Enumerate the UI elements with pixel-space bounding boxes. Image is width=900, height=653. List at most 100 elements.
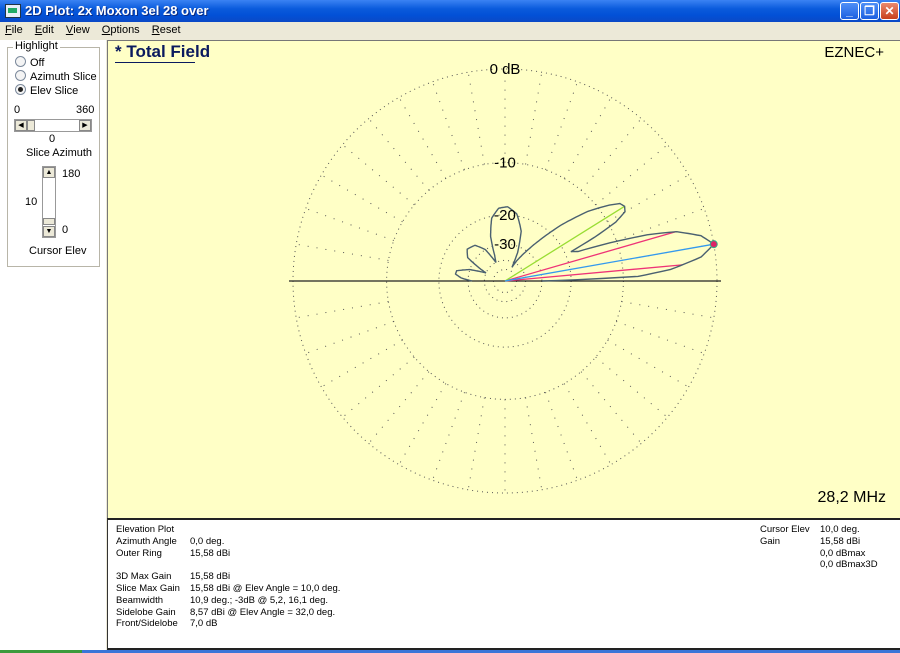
grid-radial — [467, 397, 485, 490]
azimuth-min-label: 0 — [14, 104, 21, 116]
radio-elev-label: Elev Slice — [30, 85, 79, 97]
grid-radial — [616, 321, 705, 354]
grid-radial — [296, 243, 389, 261]
info-key: Elevation Plot — [116, 524, 175, 535]
slice-azimuth-label: Slice Azimuth — [26, 147, 93, 159]
elev-min-label: 0 — [62, 224, 69, 236]
menu-options[interactable]: Options — [97, 22, 144, 36]
radio-elev-indicator — [15, 84, 26, 95]
grid-radial — [467, 72, 485, 165]
grid-radial — [525, 397, 543, 490]
cursor-info-value: 15,58 dBi — [820, 535, 861, 547]
slice-azimuth-scrollbar[interactable]: ◀ ▶ — [14, 119, 92, 132]
menu-reset-label: eset — [159, 24, 181, 36]
cursor-info-value: 0,0 dBmax — [820, 547, 866, 559]
grid-radial — [525, 72, 543, 165]
info-value: 15,58 dBi — [190, 571, 231, 583]
info-value: 10,9 deg.; -3dB @ 5,2, 16,1 deg. — [190, 594, 328, 606]
radio-off-indicator — [15, 56, 26, 67]
menu-file-accel: F — [5, 24, 12, 36]
info-row: Outer Ring 15,58 dBi — [116, 548, 230, 559]
elev-max-label: 180 — [62, 168, 81, 180]
grid-radial — [607, 339, 689, 388]
grid-radial — [321, 174, 403, 223]
elev-value: 10 — [25, 196, 38, 208]
grid-radial — [595, 356, 668, 418]
grid-radial — [342, 356, 415, 418]
app-icon — [5, 4, 21, 18]
info-row: 3D Max Gain 15,58 dBi — [116, 571, 230, 582]
radio-azimuth-slice[interactable]: Azimuth Slice — [15, 70, 97, 83]
ring-label: 0 dB — [490, 61, 521, 78]
scroll-down-button[interactable]: ▼ — [43, 226, 55, 237]
info-row: Sidelobe Gain 8,57 dBi @ Elev Angle = 32,… — [116, 607, 335, 618]
menu-edit-accel: E — [34, 24, 43, 36]
menu-reset-accel: R — [151, 24, 160, 36]
title-bar: 2D Plot: 2x Moxon 3el 28 over _ ❐ ✕ — [0, 0, 900, 22]
cursor-info-key: Cursor Elev — [760, 524, 810, 535]
info-value: 15,58 dBi @ Elev Angle = 10,0 deg. — [190, 583, 341, 594]
cursor-info-key: Gain — [760, 535, 781, 547]
restore-button[interactable]: ❐ — [860, 2, 879, 20]
info-row: Front/Sidelobe 7,0 dB — [116, 618, 217, 629]
menu-view-label: iew — [73, 24, 90, 36]
info-key: Slice Max Gain — [116, 583, 180, 594]
highlight-group-label: Highlight — [13, 40, 60, 52]
cursor-marker[interactable] — [709, 240, 718, 249]
radio-azimuth-label: Azimuth Slice — [30, 71, 97, 83]
cursor-elev-scrollbar[interactable]: ▲ ▼ — [42, 166, 56, 238]
info-value: 8,57 dBi @ Elev Angle = 32,0 deg. — [190, 606, 336, 618]
close-button[interactable]: ✕ — [880, 2, 899, 20]
plot-title: * Total Field — [115, 42, 211, 61]
info-key: Front/Sidelobe — [116, 618, 178, 630]
cursor-elev-label: Cursor Elev — [29, 245, 87, 257]
ring-label: -20 — [494, 207, 516, 224]
info-key: Sidelobe Gain — [116, 606, 176, 618]
info-value: 7,0 dB — [190, 618, 218, 630]
menu-edit[interactable]: Edit — [30, 22, 58, 36]
radio-azimuth-indicator — [15, 70, 26, 81]
title-underline — [115, 62, 195, 63]
menu-options-label: ptions — [110, 24, 140, 36]
radio-elev-slice[interactable]: Elev Slice — [15, 84, 78, 97]
info-key: 3D Max Gain — [116, 571, 172, 583]
menu-view[interactable]: View — [61, 22, 94, 36]
info-key: Outer Ring — [116, 547, 162, 559]
minimize-button[interactable]: _ — [840, 2, 859, 20]
info-panel: Elevation Plot Azimuth Angle 0,0 deg. Outer… — [107, 518, 900, 650]
grid-radial — [342, 144, 415, 206]
info-row: Slice Max Gain 15,58 dBi @ Elev Angle = 1… — [116, 583, 340, 594]
polar-plot-area[interactable]: 0 dB -10 -20 -30 * Total Field EZNEC+ 28,2 … — [107, 40, 900, 518]
scroll-up-button[interactable]: ▲ — [43, 167, 55, 178]
grid-radial — [545, 81, 578, 170]
menu-edit-label: dit — [42, 24, 54, 36]
ring-label: -30 — [494, 236, 516, 253]
scroll-thumb[interactable] — [27, 120, 35, 131]
cursor-info-row: 0,0 dBmax — [760, 548, 865, 559]
grid-radial — [296, 301, 389, 319]
polar-chart: 0 dB -10 -20 -30 — [289, 61, 721, 494]
info-value: 0,0 deg. — [190, 535, 225, 547]
brand-label: EZNEC+ — [824, 44, 884, 61]
azimuth-max-label: 360 — [76, 104, 95, 116]
grid-radial — [595, 144, 668, 206]
menu-file[interactable]: File — [0, 22, 27, 36]
elev-scroll-thumb[interactable] — [43, 218, 55, 225]
cursor-info-value: 10,0 deg. — [820, 524, 860, 535]
grid-radial — [563, 97, 612, 179]
cursor-info-row: Cursor Elev 10,0 deg. — [760, 524, 860, 535]
grid-radial — [432, 392, 465, 481]
menu-reset[interactable]: Reset — [147, 22, 185, 36]
scroll-right-button[interactable]: ▶ — [79, 120, 91, 131]
cursor-info-value: 0,0 dBmax3D — [820, 559, 878, 571]
grid-radial — [432, 81, 465, 170]
menu-view-accel: V — [65, 24, 74, 36]
grid-radial — [368, 371, 430, 444]
scroll-left-button[interactable]: ◀ — [15, 120, 27, 131]
cursor-info-row: Gain 15,58 dBi — [760, 536, 860, 547]
azimuth-value: 0 — [49, 133, 56, 145]
grid-radial — [368, 118, 430, 191]
grid-radial — [607, 174, 689, 223]
menu-file-label: ile — [11, 24, 23, 36]
radio-off[interactable]: Off — [15, 56, 44, 69]
